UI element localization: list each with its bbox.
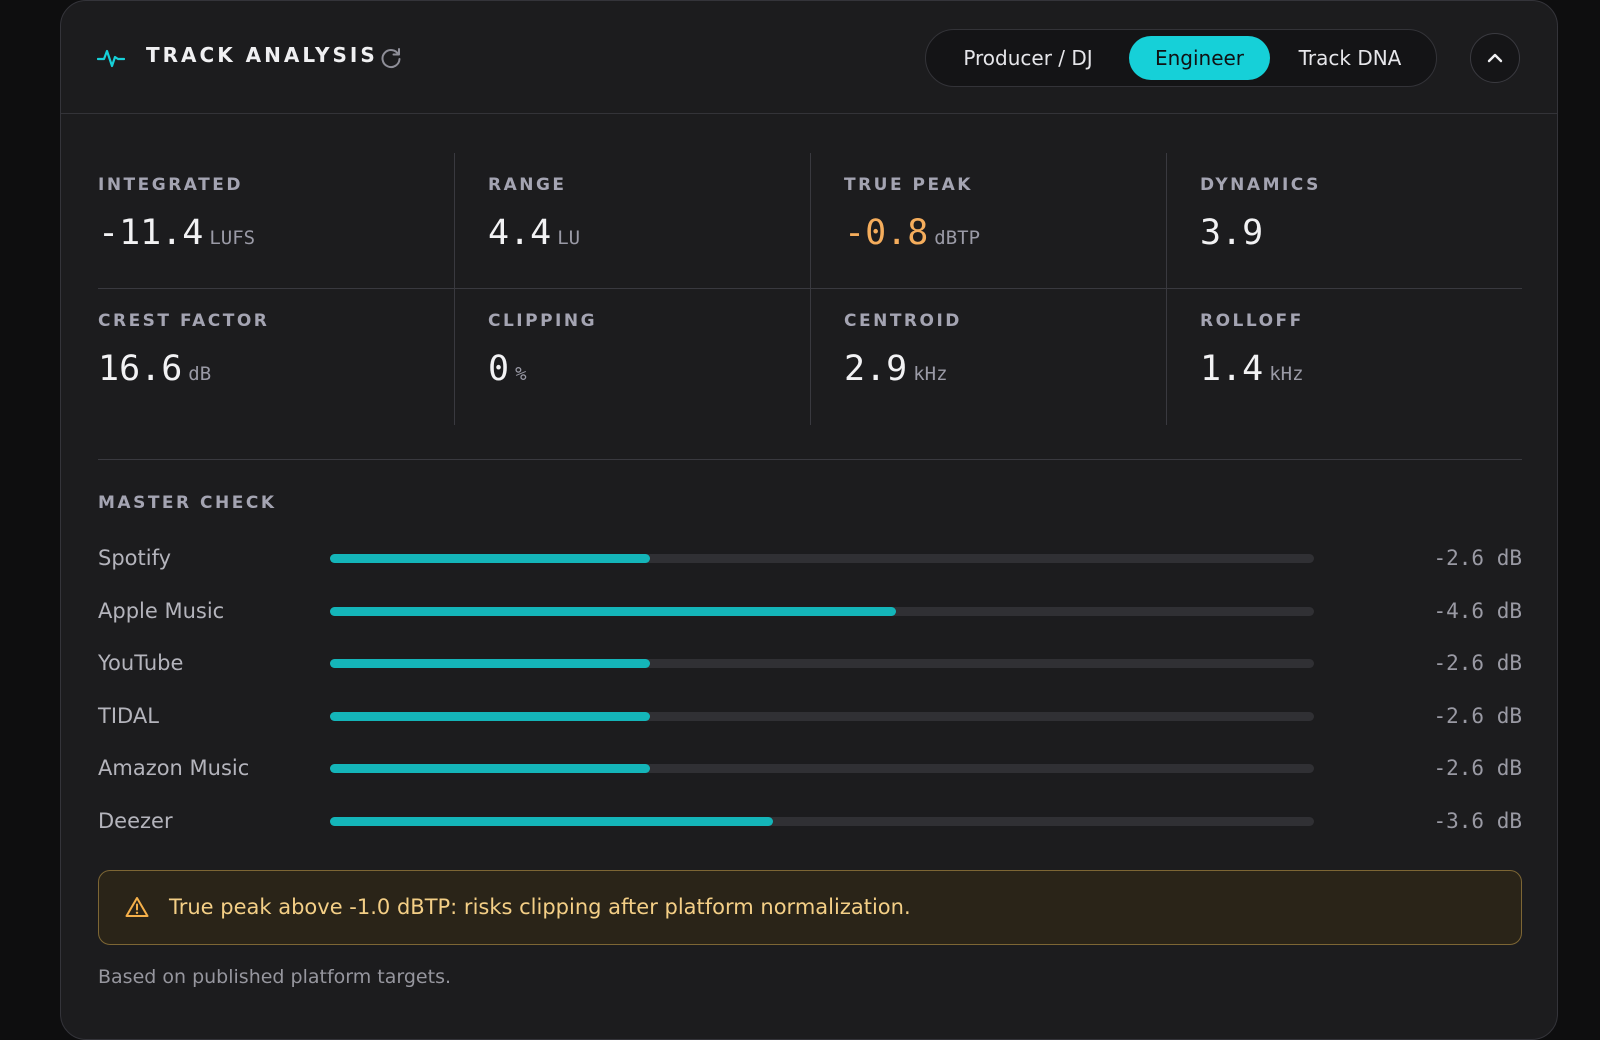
tab-engineer[interactable]: Engineer: [1129, 36, 1270, 80]
mode-switch: Producer / DJ Engineer Track DNA: [925, 29, 1437, 87]
panel-header: TRACK ANALYSIS Producer / DJ Engineer Tr…: [61, 1, 1557, 114]
track-analysis-panel: TRACK ANALYSIS Producer / DJ Engineer Tr…: [60, 0, 1558, 1040]
platform-gain-value: -2.6 dB: [1433, 703, 1522, 728]
footnote: Based on published platform targets.: [98, 966, 452, 988]
metric-unit: kHz: [1269, 363, 1304, 385]
platform-bar-fill: [330, 606, 896, 616]
row-divider: [98, 288, 1522, 289]
metric-label: CLIPPING: [488, 311, 598, 331]
metric-number: 4.4: [488, 213, 552, 253]
platform-name: Deezer: [98, 809, 173, 833]
metric-value: 16.6 dB: [98, 349, 211, 389]
metric-unit: kHz: [913, 363, 948, 385]
warning-triangle-icon: [125, 897, 149, 917]
platform-name: Apple Music: [98, 598, 225, 623]
metric-label: CREST FACTOR: [98, 311, 270, 331]
master-check-label: MASTER CHECK: [98, 493, 277, 513]
metric-number: 2.9: [844, 349, 908, 389]
column-divider: [454, 153, 455, 425]
metric-label: TRUE PEAK: [844, 175, 973, 195]
metric-unit: dB: [188, 363, 212, 385]
metric-integrated: INTEGRATED -11.4 LUFS: [98, 153, 454, 289]
warning-text: True peak above -1.0 dBTP: risks clippin…: [169, 895, 911, 919]
platform-gain-value: -3.6 dB: [1433, 809, 1522, 833]
platform-row: Amazon Music -2.6 dB: [98, 753, 1522, 783]
warning-banner: True peak above -1.0 dBTP: risks clippin…: [98, 870, 1522, 945]
platform-bar-track: [330, 817, 1314, 826]
platform-bar-track: [330, 554, 1314, 563]
section-divider: [98, 459, 1522, 460]
metric-value: 3.9: [1200, 213, 1269, 253]
metric-value: 1.4 kHz: [1200, 349, 1304, 389]
metric-rolloff: ROLLOFF 1.4 kHz: [1166, 289, 1522, 425]
column-divider: [810, 153, 811, 425]
metric-unit: LUFS: [209, 227, 256, 249]
column-divider: [1166, 153, 1167, 425]
metric-number: -0.8: [844, 213, 929, 253]
metric-number: 1.4: [1200, 349, 1264, 389]
metric-label: RANGE: [488, 175, 567, 195]
platform-gain-value: -2.6 dB: [1433, 756, 1522, 781]
platform-bar-fill: [330, 554, 650, 563]
metric-value: 4.4 LU: [488, 213, 580, 253]
platform-row: Spotify -2.6 dB: [98, 543, 1522, 573]
tab-producer-dj[interactable]: Producer / DJ: [934, 36, 1122, 80]
metric-number: -11.4: [98, 213, 204, 253]
platform-name: YouTube: [98, 651, 184, 676]
collapse-button[interactable]: [1470, 33, 1520, 83]
platform-name: TIDAL: [98, 703, 159, 728]
metric-number: 16.6: [98, 349, 183, 389]
platform-gain-value: -2.6 dB: [1433, 546, 1522, 570]
platform-bar-track: [330, 711, 1314, 721]
platform-bar-fill: [330, 711, 650, 721]
platform-gain-value: -2.6 dB: [1433, 651, 1522, 676]
metric-value: -0.8 dBTP: [844, 213, 980, 253]
metric-number: 0: [488, 349, 510, 389]
platform-bar-fill: [330, 817, 773, 826]
metric-value: 2.9 kHz: [844, 349, 948, 389]
metric-value: 0%: [488, 349, 527, 389]
platform-row: YouTube -2.6 dB: [98, 648, 1522, 678]
metric-unit: LU: [557, 227, 581, 249]
metric-centroid: CENTROID 2.9 kHz: [810, 289, 1166, 425]
platform-gain-value: -4.6 dB: [1433, 598, 1522, 623]
metric-range: RANGE 4.4 LU: [454, 153, 810, 289]
metric-number: 3.9: [1200, 213, 1264, 253]
metric-label: ROLLOFF: [1200, 311, 1304, 331]
platform-bar-fill: [330, 659, 650, 669]
platform-name: Spotify: [98, 546, 172, 570]
platform-row: Apple Music -4.6 dB: [98, 596, 1522, 626]
metric-label: INTEGRATED: [98, 175, 243, 195]
pulse-icon: [97, 49, 125, 68]
metrics-grid: INTEGRATED -11.4 LUFS RANGE 4.4 LU TRUE PE…: [98, 153, 1522, 425]
metric-crest-factor: CREST FACTOR 16.6 dB: [98, 289, 454, 425]
metric-value: -11.4 LUFS: [98, 213, 255, 253]
tab-track-dna[interactable]: Track DNA: [1275, 36, 1425, 80]
metric-unit: %: [515, 363, 527, 385]
platform-bar-track: [330, 606, 1314, 616]
metric-label: CENTROID: [844, 311, 962, 331]
metric-true-peak: TRUE PEAK -0.8 dBTP: [810, 153, 1166, 289]
platform-row: TIDAL -2.6 dB: [98, 701, 1522, 731]
platform-name: Amazon Music: [98, 756, 250, 781]
platform-bar-track: [330, 659, 1314, 669]
platform-row: Deezer -3.6 dB: [98, 806, 1522, 836]
metric-clipping: CLIPPING 0%: [454, 289, 810, 425]
platform-bar-fill: [330, 764, 650, 774]
metric-dynamics: DYNAMICS 3.9: [1166, 153, 1522, 289]
metric-label: DYNAMICS: [1200, 175, 1321, 195]
chevron-up-icon: [1487, 53, 1503, 63]
panel-title: TRACK ANALYSIS: [146, 43, 378, 67]
platform-bar-track: [330, 764, 1314, 774]
refresh-icon[interactable]: [377, 44, 405, 72]
metric-unit: dBTP: [934, 227, 981, 249]
